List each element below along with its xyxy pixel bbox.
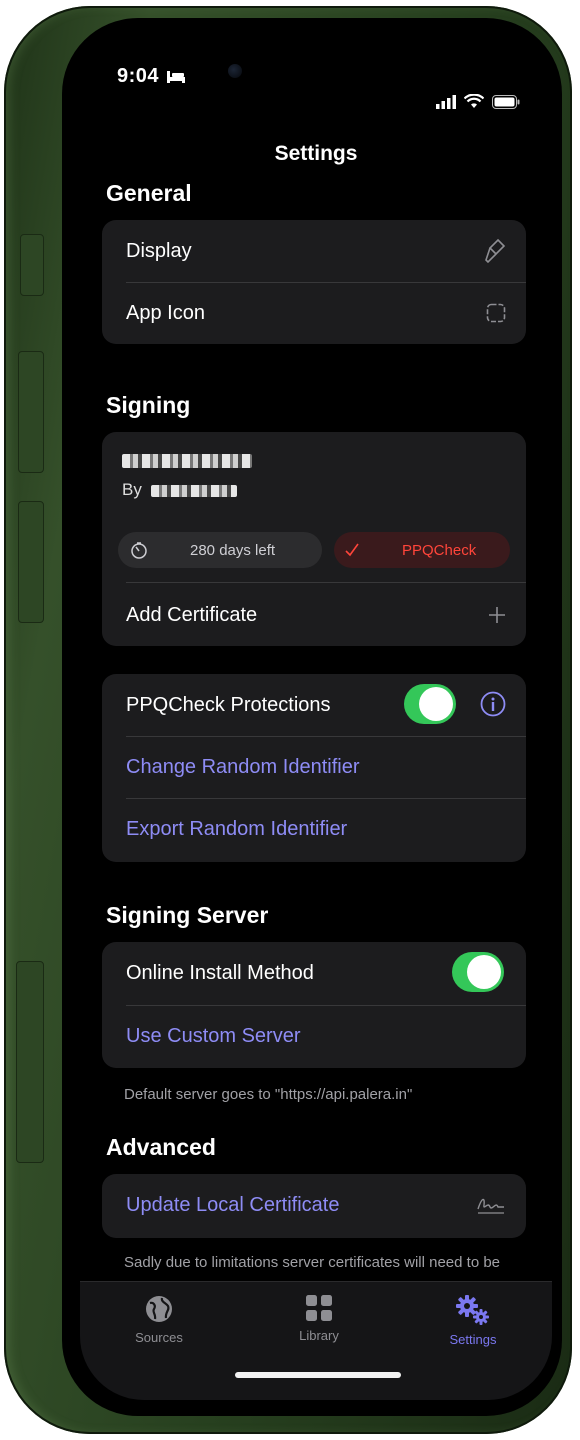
grid-icon (306, 1295, 332, 1321)
update-local-certificate-row[interactable]: Update Local Certificate (126, 1174, 526, 1236)
online-install-method-toggle[interactable] (452, 952, 504, 992)
ppqcheck-protections-row: PPQCheck Protections (126, 674, 526, 736)
volume-down-button (18, 501, 44, 623)
paintbrush-icon (485, 238, 506, 264)
tab-settings[interactable]: Settings (418, 1294, 528, 1347)
plus-icon (489, 607, 505, 623)
notch (212, 30, 442, 108)
toggle-knob (467, 955, 501, 989)
section-header-general: General (106, 180, 192, 206)
section-header-signing-server: Signing Server (106, 902, 269, 928)
tab-settings-label: Settings (449, 1332, 497, 1347)
globe-icon (146, 1296, 172, 1322)
sim-tray (16, 961, 44, 1163)
use-custom-server-row[interactable]: Use Custom Server (126, 1005, 526, 1067)
ppqcheck-label: PPQCheck (402, 541, 477, 559)
app-icon-label: App Icon (126, 301, 205, 324)
separator (126, 582, 526, 583)
certificate-name (122, 452, 252, 470)
advanced-footnote: Sadly due to limitations server certific… (124, 1254, 501, 1271)
change-random-identifier-label: Change Random Identifier (126, 755, 360, 778)
toggle-knob (419, 687, 453, 721)
app-icon-row[interactable]: App Icon (126, 282, 526, 344)
ppqcheck-protections-toggle[interactable] (404, 684, 456, 724)
battery-icon (492, 94, 520, 109)
signing-card: By 280 days left PPQCheck Add Certificat… (102, 432, 526, 646)
signing-server-footnote: Default server goes to "https://api.pale… (124, 1086, 413, 1103)
change-random-identifier-row[interactable]: Change Random Identifier (126, 736, 526, 798)
checkmark-icon (345, 543, 359, 557)
gears-icon (456, 1295, 489, 1325)
app-square-icon (486, 303, 506, 323)
phone-screen: 9:04 Settings General Display App Icon S… (80, 30, 552, 1400)
days-left-label: 280 days left (190, 541, 276, 559)
days-left-pill: 280 days left (118, 532, 322, 568)
display-row[interactable]: Display (126, 220, 526, 282)
certificate-author: By (122, 480, 237, 500)
tab-bar: Sources Library Settings (80, 1281, 552, 1400)
advanced-card: Update Local Certificate (102, 1174, 526, 1238)
export-random-identifier-label: Export Random Identifier (126, 817, 348, 840)
ppqcheck-pill[interactable]: PPQCheck (334, 532, 510, 568)
front-camera (228, 64, 242, 78)
add-certificate-row[interactable]: Add Certificate (126, 584, 526, 646)
cellular-signal-icon (436, 94, 456, 109)
tab-sources-label: Sources (135, 1330, 183, 1345)
silent-switch (20, 234, 44, 296)
status-icons (436, 94, 520, 109)
tab-library[interactable]: Library (264, 1294, 374, 1343)
timer-icon (131, 542, 147, 559)
home-indicator[interactable] (235, 1372, 401, 1378)
section-header-advanced: Advanced (106, 1134, 216, 1160)
online-install-method-label: Online Install Method (126, 961, 314, 984)
signing-server-card: Online Install Method Use Custom Server (102, 942, 526, 1068)
ppqcheck-protections-label: PPQCheck Protections (126, 693, 331, 716)
export-random-identifier-row[interactable]: Export Random Identifier (126, 798, 526, 860)
add-certificate-label: Add Certificate (126, 603, 258, 626)
use-custom-server-label: Use Custom Server (126, 1024, 301, 1047)
wifi-icon (464, 94, 484, 108)
protections-card: PPQCheck Protections Change Random Ident… (102, 674, 526, 862)
tab-library-label: Library (299, 1328, 339, 1343)
update-local-certificate-label: Update Local Certificate (126, 1193, 340, 1216)
general-card: Display App Icon (102, 220, 526, 344)
signature-icon (477, 1198, 504, 1214)
volume-up-button (18, 351, 44, 473)
info-icon[interactable] (480, 691, 506, 717)
nav-title: Settings (274, 142, 358, 165)
section-header-signing: Signing (106, 392, 191, 418)
status-time: 9:04 (117, 65, 160, 87)
display-label: Display (126, 239, 192, 262)
bed-icon (167, 71, 185, 83)
tab-sources[interactable]: Sources (104, 1294, 214, 1345)
